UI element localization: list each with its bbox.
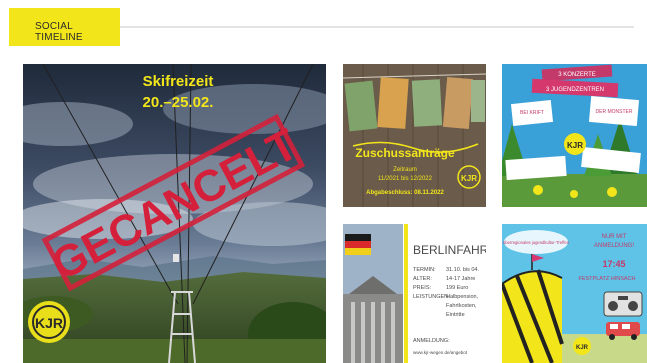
svg-text:KJR: KJR [461, 174, 477, 183]
post-berlinfahrt[interactable]: BERLINFAHRT TERMIN: 31.10. bis 04. ALTER: 1… [343, 224, 486, 363]
svg-text:überregionales jugendkultur-Tr: überregionales jugendkultur-Treffen [503, 240, 570, 245]
post-zuschussantraege[interactable]: Zuschussanträge Zeitraum 11/2021 bis 12/… [343, 64, 486, 207]
svg-text:ANMELDUNG!: ANMELDUNG! [594, 243, 634, 249]
svg-text:Abgabeschluss: 08.11.2022: Abgabeschluss: 08.11.2022 [366, 190, 444, 196]
section-title-badge: SOCIAL TIMELINE [9, 8, 120, 46]
svg-text:17:45: 17:45 [602, 259, 625, 269]
svg-text:FESTPLATZ HINSACH: FESTPLATZ HINSACH [578, 276, 635, 282]
post-skifreizeit[interactable]: Skifreizeit 20.–25.02. GECANCELT KJR [23, 64, 326, 363]
post-title: Zuschussanträge [355, 146, 455, 160]
section-title: SOCIAL TIMELINE [35, 21, 83, 43]
boombox-illustration [603, 291, 643, 317]
kjr-logo: KJR [564, 133, 586, 155]
trip-detail-label: TERMIN: [413, 267, 436, 273]
svg-text:KJR: KJR [567, 141, 583, 150]
trip-detail-value: Fahrtkosten, [446, 303, 477, 309]
svg-text:www.kjr-wegen.de/angebot: www.kjr-wegen.de/angebot [413, 350, 468, 355]
trip-detail-label: PREIS: [413, 285, 432, 291]
kjr-logo: KJR [28, 301, 70, 343]
post-dates: 20.–25.02. [143, 94, 214, 111]
post-title: BERLINFAHRT [413, 243, 486, 257]
svg-text:DER MONSTER: DER MONSTER [596, 109, 633, 115]
trip-detail-value: 31.10. bis 04. [446, 267, 479, 273]
svg-text:KJR: KJR [576, 345, 589, 351]
svg-text:Zeitraum: Zeitraum [393, 167, 417, 173]
svg-text:KJR: KJR [35, 315, 63, 331]
svg-text:3 KONZERTE: 3 KONZERTE [558, 72, 596, 78]
header-divider [120, 26, 634, 28]
post-konzerte[interactable]: 3 KONZERTE 3 JUGENDZENTREN BEI KRIFT DER… [502, 64, 647, 207]
post-ferienfest[interactable]: überregionales jugendkultur-Treffen NUR … [502, 224, 647, 363]
section-header: SOCIAL TIMELINE [0, 0, 647, 60]
trip-detail-value: Eintritte [446, 312, 465, 318]
trip-detail-label: LEISTUNGEN: [413, 294, 450, 300]
kjr-logo: KJR [573, 337, 591, 355]
svg-text:NUR MIT: NUR MIT [602, 234, 627, 240]
svg-text:3 JUGENDZENTREN: 3 JUGENDZENTREN [546, 87, 604, 93]
trip-detail-value: 199 Euro [446, 285, 468, 291]
svg-text:11/2021 bis 12/2022: 11/2021 bis 12/2022 [378, 176, 433, 182]
svg-text:ANMELDUNG:: ANMELDUNG: [413, 338, 450, 344]
svg-text:BEI KRIFT: BEI KRIFT [520, 110, 544, 116]
trip-detail-value: 14-17 Jahre [446, 276, 475, 282]
trip-detail-label: ALTER: [413, 276, 432, 282]
trip-detail-value: Halbpension, [446, 294, 479, 300]
post-title: Skifreizeit [143, 73, 214, 90]
